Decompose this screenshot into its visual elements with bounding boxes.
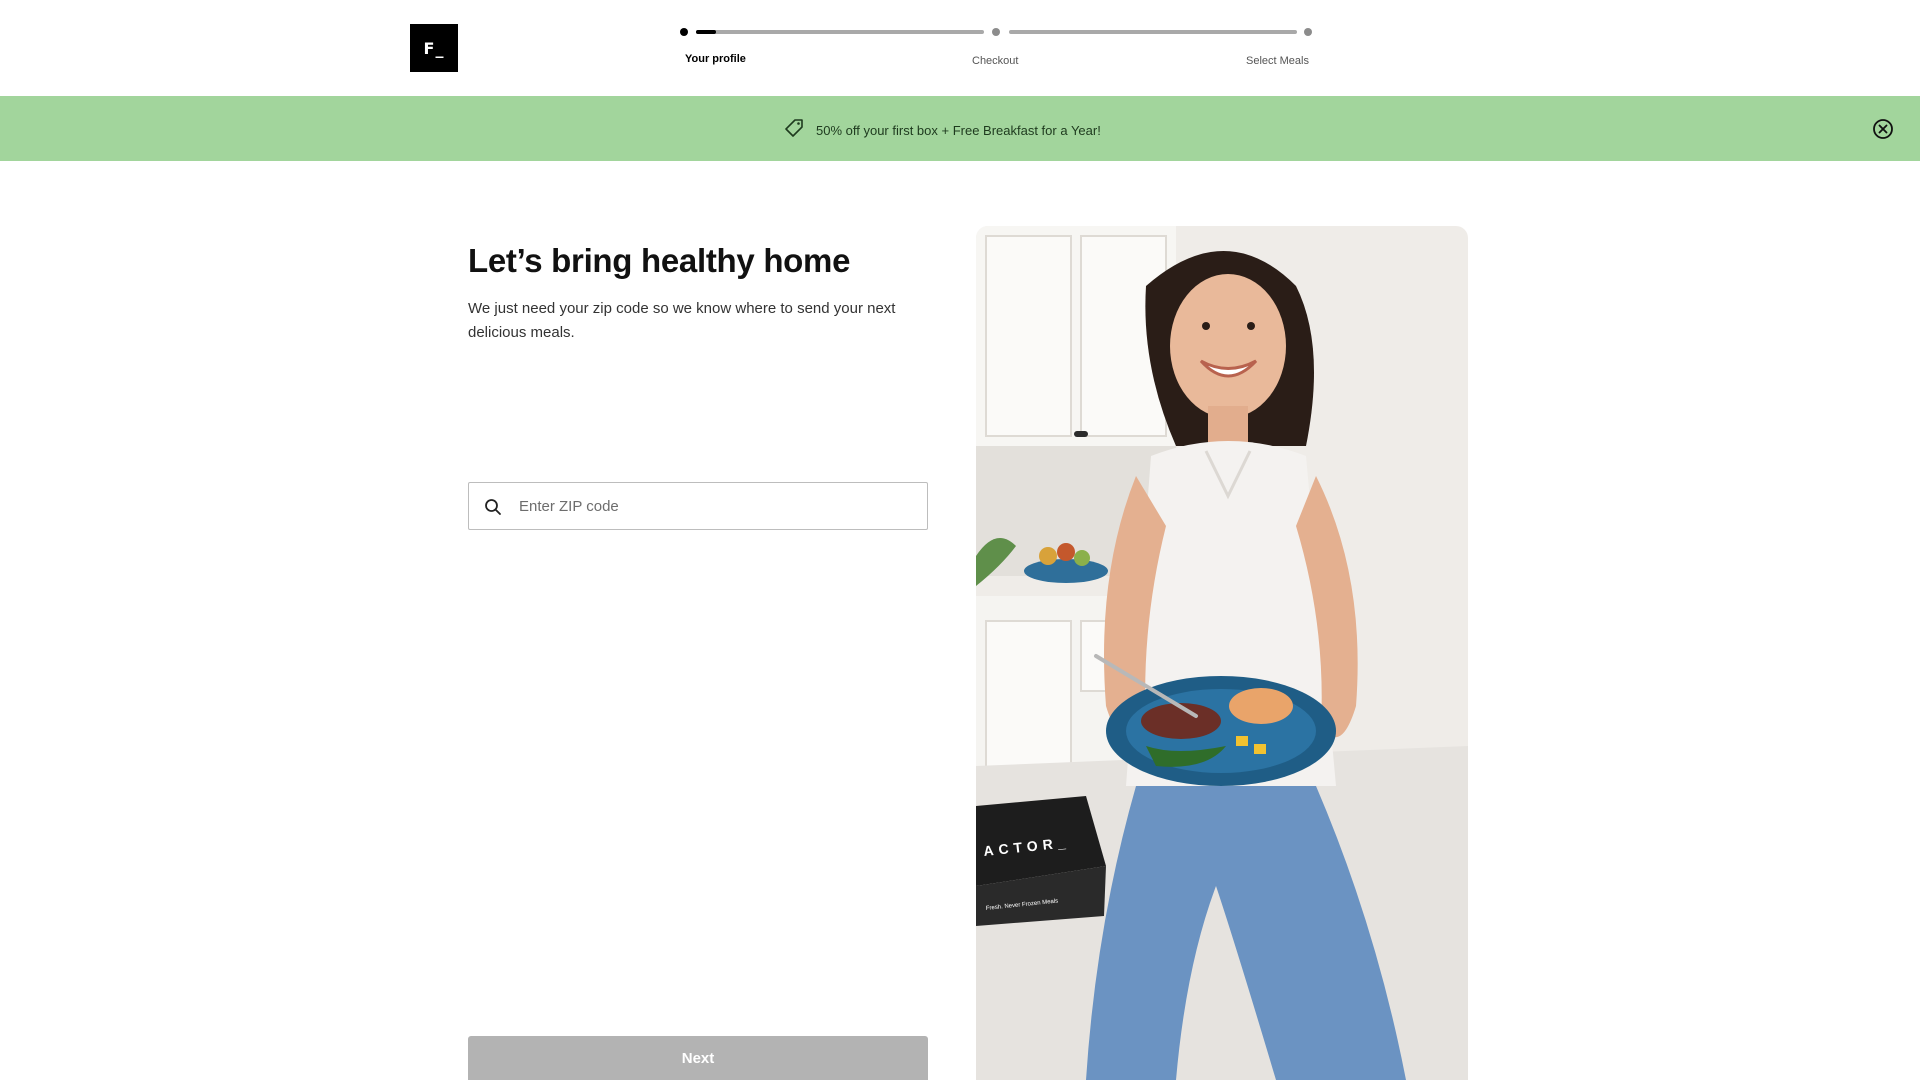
search-icon xyxy=(483,497,503,517)
promo-text: 50% off your first box + Free Breakfast … xyxy=(816,123,1101,138)
next-button[interactable]: Next xyxy=(468,1036,928,1080)
step-label-checkout: Checkout xyxy=(972,55,1019,67)
tag-icon xyxy=(784,118,804,143)
page-title: Let’s bring healthy home xyxy=(468,242,851,279)
step-label-select-meals: Select Meals xyxy=(1246,55,1309,67)
step-dot-select-meals xyxy=(1304,28,1312,36)
step-label-your-profile: Your profile xyxy=(685,53,746,65)
promo-banner: 50% off your first box + Free Breakfast … xyxy=(0,96,1920,161)
step-track-1 xyxy=(696,30,984,34)
zip-field[interactable] xyxy=(468,482,928,530)
step-dot-profile xyxy=(680,28,688,36)
step-dot-checkout xyxy=(992,28,1000,36)
progress-stepper: Your profile Checkout Select Meals xyxy=(680,24,1314,74)
step-progress-fill xyxy=(696,30,717,34)
header: F_ Your profile Checkout Select Meals xyxy=(0,0,1920,96)
logo[interactable]: F_ xyxy=(410,24,458,72)
step-track-2 xyxy=(1009,30,1297,34)
hero-photo-illustration: ACTOR_ Fresh. Never Frozen Meals xyxy=(976,226,1468,1080)
zip-input[interactable] xyxy=(519,483,919,529)
page-subtitle: We just need your zip code so we know wh… xyxy=(468,300,896,341)
close-circle-icon[interactable] xyxy=(1872,118,1894,140)
promo-content: 50% off your first box + Free Breakfast … xyxy=(784,118,1101,143)
hero-photo: ACTOR_ Fresh. Never Frozen Meals xyxy=(976,226,1468,1080)
